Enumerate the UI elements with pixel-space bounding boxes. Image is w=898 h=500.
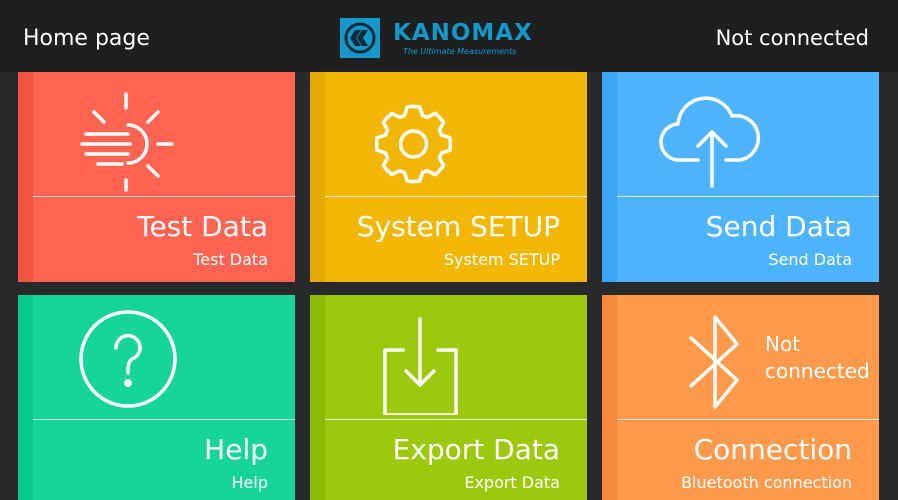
bluetooth-icon [642,305,782,415]
kanomax-logo: KANOMAX The Ultimate Measurements [340,18,540,58]
test-data-tile[interactable]: Test Data Test Data [18,72,295,282]
top-app-bar: Home page KANOMAX The Ultimate Measureme… [0,0,898,72]
tile-divider [325,419,587,420]
tile-title: Export Data [392,433,560,466]
tile-title: Connection [693,433,852,466]
logo-wordmark: KANOMAX [393,20,533,46]
tile-title: Send Data [705,210,852,243]
page-title: Home page [23,26,150,51]
status-line-1: Not [765,332,801,356]
logo-tagline: The Ultimate Measurements [403,47,517,56]
send-data-tile[interactable]: Send Data Send Data [602,72,879,282]
tile-accent-bar [310,295,325,500]
status-line-2: connected [765,359,870,383]
tile-accent-bar [310,72,325,282]
tile-subtitle: Send Data [768,250,852,269]
weather-sun-wind-icon [58,82,198,192]
tile-title: Test Data [137,210,268,243]
question-circle-icon [58,305,198,415]
tile-accent-bar [602,295,617,500]
tile-divider [617,419,879,420]
help-tile[interactable]: Help Help [18,295,295,500]
tile-subtitle: Bluetooth connection [681,473,852,492]
tile-title: Help [204,433,268,466]
tile-subtitle: System SETUP [443,250,560,269]
tile-title: System SETUP [356,210,560,243]
connection-status: Not connected [715,26,869,50]
export-data-tile[interactable]: Export Data Export Data [310,295,587,500]
tile-divider [33,419,295,420]
tile-subtitle: Test Data [193,250,268,269]
tile-divider [617,196,879,197]
tile-accent-bar [18,72,33,282]
tile-subtitle: Export Data [464,473,560,492]
system-setup-tile[interactable]: System SETUP System SETUP [310,72,587,282]
download-tray-icon [350,305,490,417]
tile-connection-status: Not connected [765,331,870,385]
cloud-upload-icon [642,82,782,192]
tile-divider [325,196,587,197]
kanomax-logo-icon [340,18,380,58]
connection-tile[interactable]: Not connected Connection Bluetooth conne… [602,295,879,500]
gear-icon [350,82,490,192]
tile-accent-bar [602,72,617,282]
tile-divider [33,196,295,197]
tile-subtitle: Help [231,473,268,492]
tile-accent-bar [18,295,33,500]
